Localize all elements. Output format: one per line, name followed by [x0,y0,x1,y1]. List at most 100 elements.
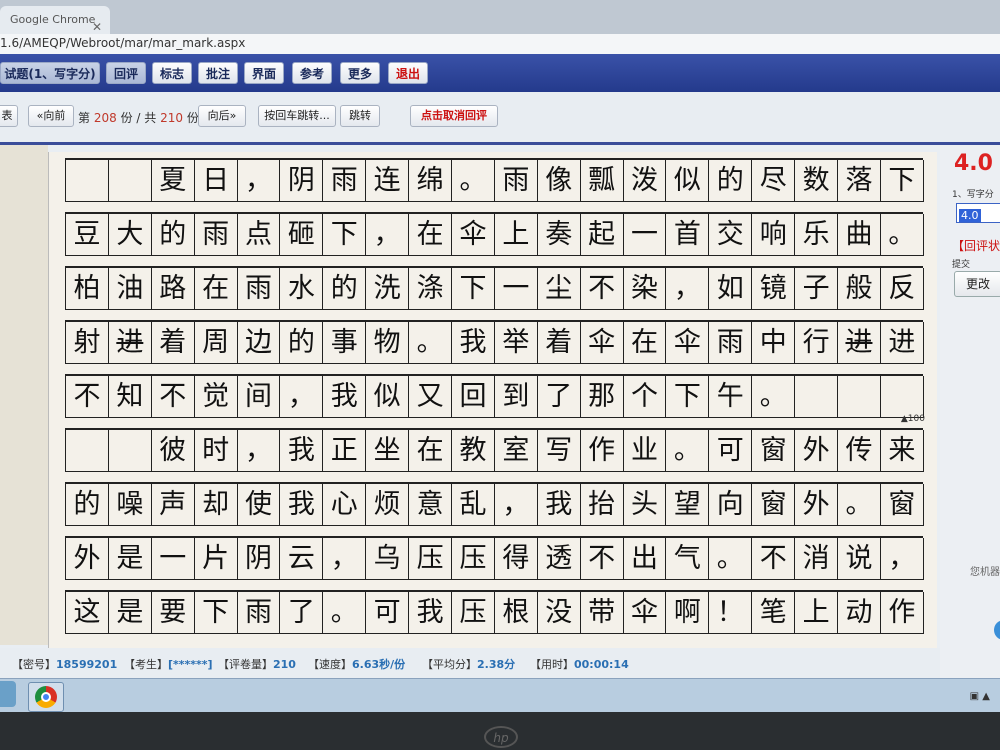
essay-cell: 阴 [280,160,324,202]
essay-cell: 得 [494,538,538,580]
essay-cell: 窗 [752,430,796,472]
screen: Google Chrome ✕ 1.6/AMEQP/Webroot/mar/ma… [0,0,1000,712]
prev-button[interactable]: «向前 [28,105,74,127]
essay-cell: 坐 [366,430,410,472]
essay-cell: 瓢 [580,160,624,202]
left-margin [0,145,48,645]
question-select-button[interactable]: 试题(1、写字分) [0,62,100,84]
essay-cell [880,376,924,418]
essay-cell: 没 [537,592,581,634]
essay-cell: ， [237,160,281,202]
essay-cell: 传 [838,430,881,472]
essay-cell: 可 [366,592,410,634]
essay-cell: 说 [838,538,881,580]
interface-button[interactable]: 界面 [244,62,284,84]
speed-label: 【速度】 [308,658,352,671]
essay-cell: 了 [280,592,324,634]
essay-cell: 我 [280,484,324,526]
essay-cell: 的 [280,322,324,364]
essay-cell: 压 [452,538,495,580]
essay-cell: 回 [452,376,495,418]
essay-cell: 似 [666,160,710,202]
essay-cell: 似 [366,376,410,418]
exit-button[interactable]: 退出 [388,62,428,84]
seal-value: 18599201 [56,658,118,671]
essay-cell: 了 [537,376,581,418]
essay-cell: 着 [537,322,581,364]
chrome-icon[interactable] [28,682,64,712]
essay-cell: 周 [194,322,238,364]
essay-cell: 。 [709,538,753,580]
monitor-logo-icon: hp [484,726,518,748]
essay-cell: 消 [795,538,839,580]
browser-tab[interactable]: Google Chrome ✕ [0,6,110,34]
essay-cell: 不 [580,538,624,580]
essay-cell: 砸 [280,214,324,256]
essay-cell: 响 [752,214,796,256]
cancel-review-button[interactable]: 点击取消回评 [410,105,498,127]
annotate-button[interactable]: 批注 [198,62,238,84]
tray-icon[interactable]: ▣ ▲ [970,691,990,702]
essay-cell: 窗 [880,484,924,526]
essay-cell: 雨 [323,160,367,202]
mark-button[interactable]: 标志 [152,62,192,84]
essay-cell: 作 [880,592,924,634]
review-button[interactable]: 回评 [106,62,146,84]
essay-cells: 柏油路在雨水的洗涤下一尘不染，如镜子般反 [65,268,924,310]
time-label: 【用时】 [530,658,574,671]
status-speed: 【速度】6.63秒/份 [308,656,405,672]
essay-row: 豆大的雨点砸下，在伞上奏起一首交响乐曲。 [65,210,924,264]
next-button[interactable]: 向后» [198,105,246,127]
essay-cell: 。 [452,160,495,202]
essay-row: 夏日，阴雨连绵。雨像瓢泼似的尽数落下 [65,156,924,210]
essay-cell: 外 [795,484,839,526]
essay-cell: ， [494,484,538,526]
essay-cell: 事 [323,322,367,364]
essay-row: 这是要下雨了。可我压根没带伞啊！笔上动作 [65,588,924,642]
essay-cell: 上 [795,592,839,634]
essay-cell: 镜 [752,268,796,310]
essay-cell: 不 [580,268,624,310]
essay-cells: 彼时，我正坐在教室写作业。可窗外传来 [65,430,924,472]
score-panel: 4.0 1、写字分 4.0 【回评状 提交 更改 您机器 [940,145,1000,705]
essay-row: 柏油路在雨水的洗涤下一尘不染，如镜子般反 [65,264,924,318]
reference-button[interactable]: 参考 [292,62,332,84]
essay-cell: 不 [66,376,109,418]
essay-cell: 要 [151,592,195,634]
start-button[interactable] [0,681,16,707]
essay-cell: 外 [66,538,109,580]
table-button[interactable]: 表 [0,105,18,127]
essay-cell: 压 [409,538,453,580]
essay-cell: 室 [494,430,538,472]
essay-cell: 雨 [237,592,281,634]
essay-cell: ， [237,430,281,472]
essay-cell: 的 [709,160,753,202]
essay-cell: 举 [494,322,538,364]
essay-cell: 伞 [580,322,624,364]
essay-cell: 交 [709,214,753,256]
essay-cell: 云 [280,538,324,580]
essay-cell: 连 [366,160,410,202]
essay-cell: 。 [409,322,453,364]
essay-cell: 午 [709,376,753,418]
essay-row: 彼时，我正坐在教室写作业。可窗外传来 [65,426,924,480]
essay-cell: ， [880,538,924,580]
essay-cell: 日 [194,160,238,202]
more-button[interactable]: 更多 [340,62,380,84]
essay-cell: ！ [709,592,753,634]
essay-cell: 在 [409,430,453,472]
essay-cell: 阴 [237,538,281,580]
status-bar: 【密号】18599201 【考生】[******] 【评卷量】210 【速度】6… [0,648,940,678]
score-input[interactable]: 4.0 [956,203,1000,223]
jump-button[interactable]: 跳转 [340,105,380,127]
change-button[interactable]: 更改 [954,271,1000,297]
essay-cell: 业 [623,430,667,472]
essay-cell: 油 [108,268,152,310]
essay-cell: 乐 [795,214,839,256]
address-bar[interactable]: 1.6/AMEQP/Webroot/mar/mar_mark.aspx [0,34,1000,55]
essay-cell: 。 [880,214,924,256]
essay-cells: 射进着周边的事物。我举着伞在伞雨中行进进 [65,322,924,364]
essay-cell: 雨 [194,214,238,256]
close-icon[interactable]: ✕ [92,13,102,34]
enter-jump-input[interactable]: 按回车跳转... [258,105,336,127]
